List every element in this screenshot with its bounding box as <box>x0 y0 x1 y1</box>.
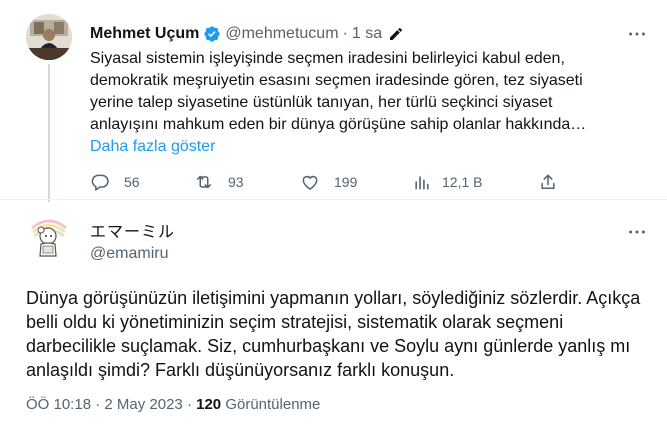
retweet-icon <box>197 175 211 189</box>
reply-icon <box>91 174 109 191</box>
like-button[interactable]: 199 <box>300 172 357 192</box>
reply-views-label: Görüntülenme <box>225 396 321 413</box>
reply-date[interactable]: 2 May 2023 <box>104 396 182 413</box>
reply-text: Dünya görüşünüzün iletişimini yapmanın y… <box>26 288 641 380</box>
author-avatar[interactable] <box>26 14 72 60</box>
tweet-header: Mehmet Uçum @mehmetucum · 1 sa <box>90 23 404 45</box>
reply-count: 56 <box>124 174 140 190</box>
retweet-count: 93 <box>228 174 244 190</box>
divider <box>0 199 667 200</box>
reply-button[interactable]: 56 <box>90 172 140 192</box>
tweet-body: Siyasal sistemin işleyişinde seçmen irad… <box>90 50 587 133</box>
avatar-illustration <box>26 214 72 260</box>
tweet-time[interactable]: 1 sa <box>352 25 382 43</box>
thread-line <box>48 64 50 202</box>
pen-icon <box>390 27 403 40</box>
meta-separator: · <box>186 396 192 413</box>
reply-author-avatar[interactable] <box>26 214 72 260</box>
verified-badge-icon <box>204 26 221 42</box>
like-count: 199 <box>334 174 358 190</box>
reply-time[interactable]: ÖÖ 10:18 <box>26 396 91 413</box>
tweet-text: Siyasal sistemin işleyişinde seçmen irad… <box>90 48 620 158</box>
reply-author-handle[interactable]: @emamiru <box>90 245 168 263</box>
author-name[interactable]: Mehmet Uçum <box>90 25 199 43</box>
reply-views-count: 120 <box>196 396 222 413</box>
share-button[interactable] <box>538 172 558 192</box>
avatar-photo <box>26 14 72 60</box>
author-handle[interactable]: @mehmetucum <box>225 25 338 43</box>
tweet-actions: 56 93 199 12,1 B <box>90 172 570 194</box>
meta-separator: · <box>95 396 101 413</box>
more-icon[interactable] <box>626 221 648 243</box>
analytics-icon <box>415 176 429 190</box>
reply-meta: ÖÖ 10:18 · 2 May 2023 · 120 Görüntülenme <box>26 396 320 413</box>
show-more-link[interactable]: Daha fazla göster <box>90 138 215 155</box>
views-button[interactable]: 12,1 B <box>412 172 482 192</box>
views-count: 12,1 B <box>442 174 483 190</box>
more-icon[interactable] <box>626 23 648 45</box>
reply-author-name[interactable]: エマーミル <box>90 218 175 242</box>
header-separator: · <box>342 25 348 42</box>
retweet-button[interactable]: 93 <box>194 172 244 192</box>
heart-icon <box>302 175 318 190</box>
share-icon <box>541 174 555 189</box>
